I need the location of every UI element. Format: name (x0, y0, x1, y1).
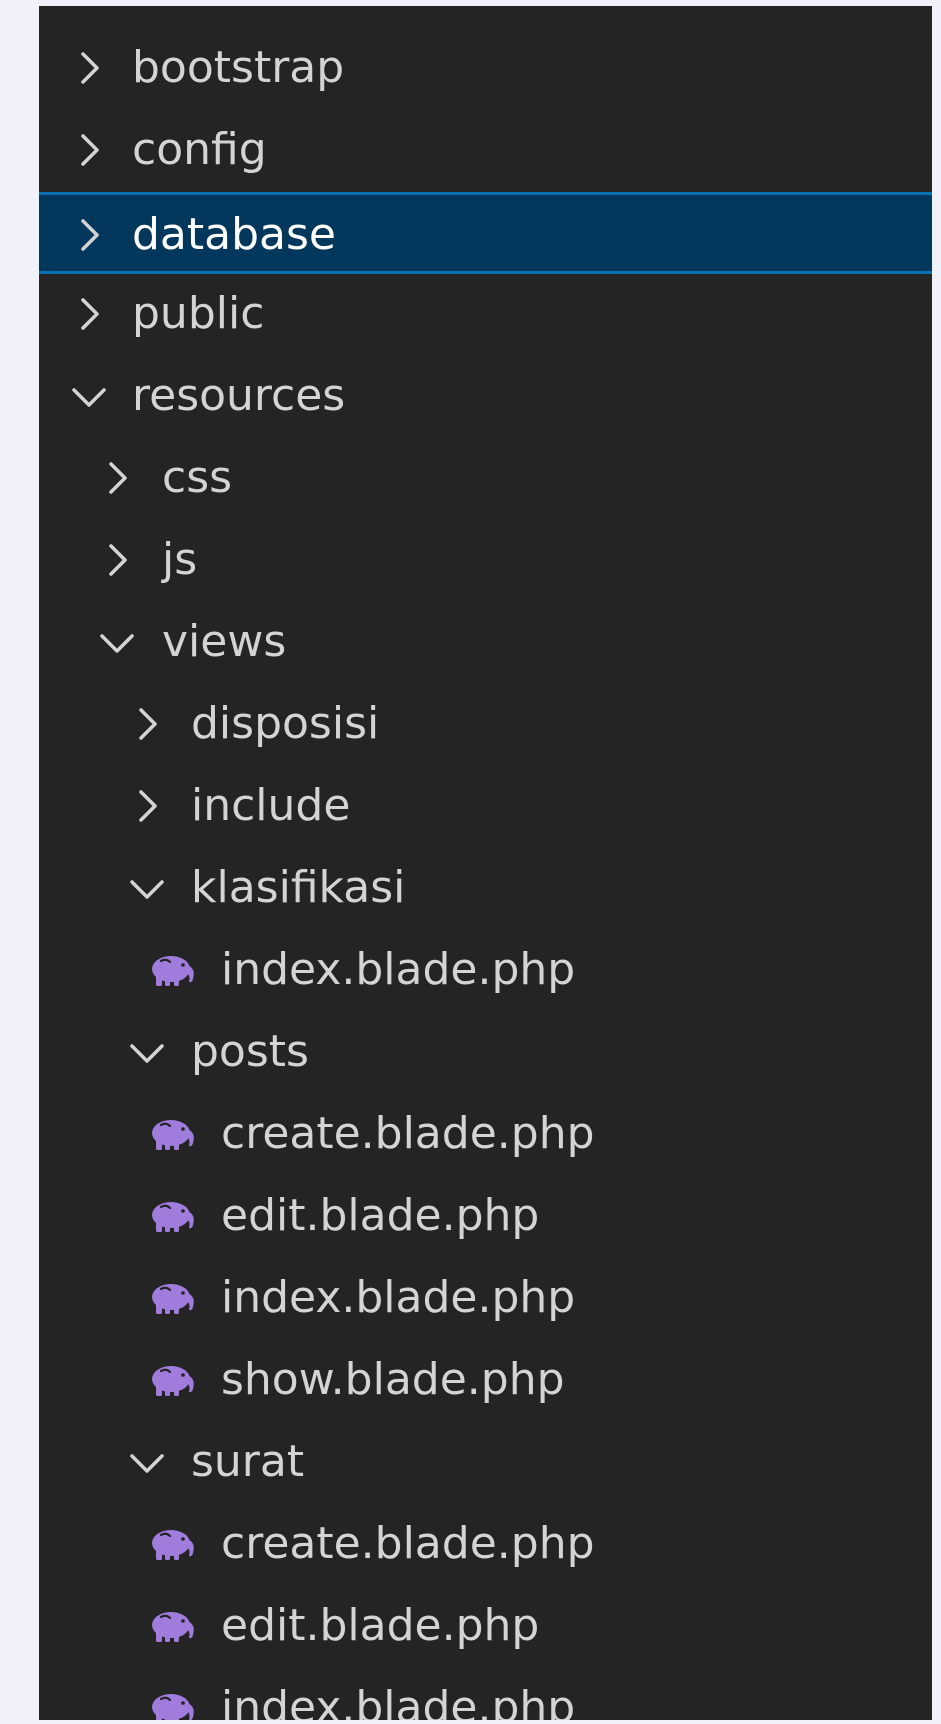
chevron-down-icon (69, 356, 109, 438)
folder-item-public[interactable]: public (39, 274, 932, 356)
file-item-index-blade-php[interactable]: index.blade.php (39, 1258, 932, 1340)
file-item-index-blade-php[interactable]: index.blade.php (39, 930, 932, 1012)
folder-item-js[interactable]: js (39, 520, 932, 602)
folder-label: bootstrap (132, 42, 345, 93)
chevron-down-icon (127, 848, 167, 930)
chevron-right-icon (69, 28, 109, 110)
folder-label: include (191, 780, 351, 831)
folder-label: config (132, 124, 267, 175)
folder-item-surat[interactable]: surat (39, 1422, 932, 1504)
chevron-right-icon (97, 520, 137, 602)
folder-item-posts[interactable]: posts (39, 1012, 932, 1094)
folder-label: css (162, 452, 233, 503)
file-label: create.blade.php (221, 1108, 595, 1159)
folder-item-klasifikasi[interactable]: klasifikasi (39, 848, 932, 930)
folder-item-database[interactable]: database (39, 192, 932, 274)
folder-item-resources[interactable]: resources (39, 356, 932, 438)
folder-item-config[interactable]: config (39, 110, 932, 192)
chevron-down-icon (127, 1012, 167, 1094)
php-elephant-icon (147, 1176, 199, 1258)
php-elephant-icon (147, 1586, 199, 1668)
folder-item-bootstrap[interactable]: bootstrap (39, 28, 932, 110)
php-elephant-icon (147, 1340, 199, 1422)
file-item-index-blade-php[interactable]: index.blade.php (39, 1668, 932, 1720)
file-item-edit-blade-php[interactable]: edit.blade.php (39, 1586, 932, 1668)
file-explorer-tree: bootstrap config database public resources cs… (39, 6, 932, 1720)
chevron-right-icon (69, 110, 109, 192)
file-item-create-blade-php[interactable]: create.blade.php (39, 1094, 932, 1176)
folder-item-disposisi[interactable]: disposisi (39, 684, 932, 766)
folder-label: public (132, 288, 265, 339)
file-label: create.blade.php (221, 1518, 595, 1569)
file-label: edit.blade.php (221, 1190, 540, 1241)
php-elephant-icon (147, 1094, 199, 1176)
folder-label: disposisi (191, 698, 380, 749)
folder-label: surat (191, 1436, 305, 1487)
file-label: edit.blade.php (221, 1600, 540, 1651)
chevron-down-icon (97, 602, 137, 684)
folder-label: js (162, 534, 198, 585)
chevron-right-icon (127, 684, 167, 766)
folder-label: posts (191, 1026, 309, 1077)
file-item-create-blade-php[interactable]: create.blade.php (39, 1504, 932, 1586)
file-label: index.blade.php (221, 1682, 576, 1720)
file-label: index.blade.php (221, 1272, 576, 1323)
file-label: show.blade.php (221, 1354, 565, 1405)
chevron-right-icon (69, 274, 109, 356)
php-elephant-icon (147, 1258, 199, 1340)
chevron-right-icon (69, 195, 109, 277)
file-label: index.blade.php (221, 944, 576, 995)
folder-item-include[interactable]: include (39, 766, 932, 848)
chevron-right-icon (127, 766, 167, 848)
folder-label: resources (132, 370, 346, 421)
folder-item-views[interactable]: views (39, 602, 932, 684)
folder-label: klasifikasi (191, 862, 406, 913)
chevron-right-icon (97, 438, 137, 520)
php-elephant-icon (147, 1504, 199, 1586)
chevron-down-icon (127, 1422, 167, 1504)
folder-label: database (132, 209, 336, 260)
php-elephant-icon (147, 1668, 199, 1720)
file-item-edit-blade-php[interactable]: edit.blade.php (39, 1176, 932, 1258)
folder-label: views (162, 616, 287, 667)
folder-item-css[interactable]: css (39, 438, 932, 520)
file-item-show-blade-php[interactable]: show.blade.php (39, 1340, 932, 1422)
php-elephant-icon (147, 930, 199, 1012)
